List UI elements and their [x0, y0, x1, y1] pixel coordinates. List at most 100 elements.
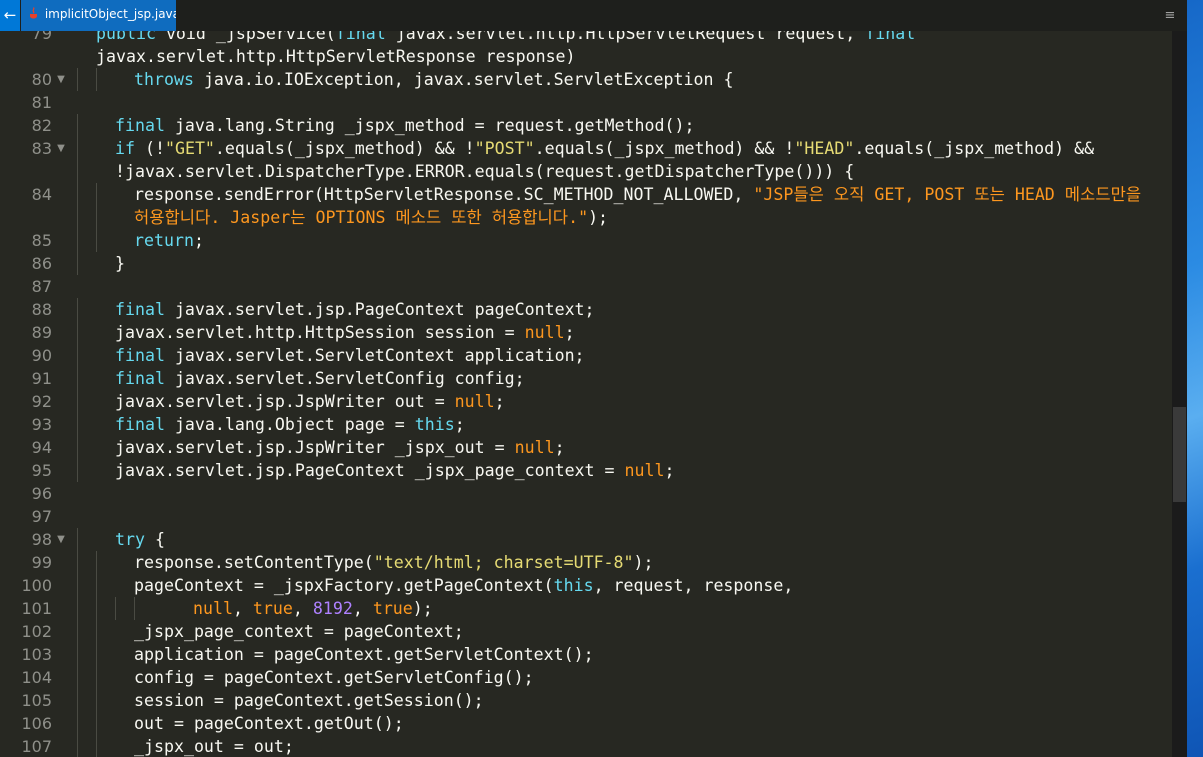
code-token: java.lang.Object page =	[164, 415, 415, 434]
code-token: "GET"	[164, 139, 215, 158]
code-token: final	[865, 31, 916, 43]
code-line[interactable]: 101 null, true, 8192, true);	[0, 597, 1172, 620]
code-line[interactable]: 92 javax.servlet.jsp.JspWriter out = null…	[0, 390, 1172, 413]
code-token: .equals(_jspx_method) && !	[214, 139, 475, 158]
line-number: 96	[31, 484, 52, 503]
code-text[interactable]: javax.servlet.jsp.JspWriter _jspx_out = …	[115, 436, 565, 459]
code-line[interactable]: 87	[0, 275, 1172, 298]
vertical-scrollbar[interactable]	[1172, 31, 1187, 757]
code-text[interactable]: pageContext = _jspxFactory.getPageContex…	[134, 574, 793, 597]
code-text[interactable]: final java.lang.Object page = this;	[115, 413, 465, 436]
code-line[interactable]: 82 final java.lang.String _jspx_method = …	[0, 114, 1172, 137]
code-token: _jspx_out = out;	[134, 737, 294, 756]
code-line[interactable]: 86}	[0, 252, 1172, 275]
code-text[interactable]: javax.servlet.jsp.JspWriter out = null;	[115, 390, 505, 413]
line-number: 106	[21, 714, 52, 733]
code-line[interactable]: 81	[0, 91, 1172, 114]
code-text[interactable]: final java.lang.String _jspx_method = re…	[115, 114, 694, 137]
menu-icon[interactable]: ≡	[1159, 0, 1181, 31]
indent-guide	[134, 597, 135, 620]
code-line[interactable]: 94 javax.servlet.jsp.JspWriter _jspx_out …	[0, 436, 1172, 459]
code-token: 8192	[312, 599, 353, 618]
code-line[interactable]: 84 response.sendError(HttpServletResponse…	[0, 183, 1172, 206]
code-line[interactable]: 80 ▼ throws java.io.IOException, javax.ser…	[0, 68, 1172, 91]
code-text[interactable]: return;	[134, 229, 204, 252]
code-text[interactable]: response.sendError(HttpServletResponse.S…	[134, 183, 1141, 206]
code-line[interactable]: 98 ▼ try {	[0, 528, 1172, 551]
code-token: true	[372, 599, 413, 618]
indent-guide	[115, 597, 116, 620]
code-text[interactable]: out = pageContext.getOut();	[134, 712, 404, 735]
code-text[interactable]: !javax.servlet.DispatcherType.ERROR.equa…	[115, 160, 854, 183]
code-line[interactable]: 96	[0, 482, 1172, 505]
code-line[interactable]: 90 final javax.servlet.ServletContext app…	[0, 344, 1172, 367]
code-line[interactable]: 93 final java.lang.Object page = this;	[0, 413, 1172, 436]
indent-guide	[77, 436, 78, 459]
code-text[interactable]: final javax.servlet.ServletContext appli…	[115, 344, 585, 367]
code-line[interactable]: 102 _jspx_page_context = pageContext;	[0, 620, 1172, 643]
code-text[interactable]: public void _jspService(final javax.serv…	[96, 31, 915, 45]
code-text[interactable]: final javax.servlet.ServletConfig config…	[115, 367, 525, 390]
code-line[interactable]: 91 final javax.servlet.ServletConfig conf…	[0, 367, 1172, 390]
code-text[interactable]: _jspx_page_context = pageContext;	[134, 620, 464, 643]
indent-guide	[77, 689, 78, 712]
scrollbar-thumb[interactable]	[1173, 407, 1186, 502]
tab-implicitobject-jsp-java[interactable]: implicitObject_jsp.java	[21, 0, 176, 31]
code-text[interactable]: javax.servlet.http.HttpSession session =…	[115, 321, 575, 344]
code-text[interactable]: _jspx_out = out;	[134, 735, 294, 757]
code-line[interactable]: 106 out = pageContext.getOut();	[0, 712, 1172, 735]
code-text[interactable]: null, true, 8192, true);	[153, 597, 433, 620]
code-area[interactable]: 79 public void _jspService(final javax.se…	[0, 31, 1172, 757]
code-line[interactable]: 104 config = pageContext.getServletConfig…	[0, 666, 1172, 689]
code-token: );	[412, 599, 433, 618]
code-line[interactable]: 105 session = pageContext.getSession();	[0, 689, 1172, 712]
code-line[interactable]: javax.servlet.http.HttpServletResponse r…	[0, 45, 1172, 68]
code-line[interactable]: 107 _jspx_out = out;	[0, 735, 1172, 757]
indent-guide	[77, 551, 78, 574]
code-line[interactable]: 95 javax.servlet.jsp.PageContext _jspx_pa…	[0, 459, 1172, 482]
code-line[interactable]: 100 pageContext = _jspxFactory.getPageCon…	[0, 574, 1172, 597]
indent-guide	[96, 574, 97, 597]
code-editor[interactable]: 79 public void _jspService(final javax.se…	[0, 31, 1172, 757]
code-token: java.io.IOException, javax.servlet.Servl…	[193, 70, 734, 89]
code-token: final	[115, 346, 165, 365]
code-text[interactable]: config = pageContext.getServletConfig();	[134, 666, 534, 689]
code-text[interactable]: javax.servlet.jsp.PageContext _jspx_page…	[115, 459, 674, 482]
line-number: 101	[21, 599, 52, 618]
code-line[interactable]: 97	[0, 505, 1172, 528]
line-number: 99	[31, 553, 52, 572]
line-number: 93	[31, 415, 52, 434]
code-line[interactable]: 89 javax.servlet.http.HttpSession session…	[0, 321, 1172, 344]
code-line[interactable]: 79 public void _jspService(final javax.se…	[0, 31, 1172, 45]
code-line[interactable]: 85 return;	[0, 229, 1172, 252]
indent-guide	[77, 528, 78, 551]
indent-guide	[96, 735, 97, 757]
code-token: ;	[454, 415, 465, 434]
code-line[interactable]: !javax.servlet.DispatcherType.ERROR.equa…	[0, 160, 1172, 183]
indent-guide	[77, 114, 78, 137]
fold-arrow-icon[interactable]: ▼	[54, 68, 68, 91]
code-text[interactable]: session = pageContext.getSession();	[134, 689, 484, 712]
indent-guide	[77, 390, 78, 413]
code-token: .equals(_jspx_method) &&	[854, 139, 1095, 158]
code-line[interactable]: 허용합니다. Jasper는 OPTIONS 메소드 또한 허용합니다.");	[0, 206, 1172, 229]
code-text[interactable]: javax.servlet.http.HttpServletResponse r…	[96, 45, 576, 68]
code-text[interactable]: if (!"GET".equals(_jspx_method) && !"POS…	[115, 137, 1094, 160]
code-text[interactable]: throws java.io.IOException, javax.servle…	[134, 68, 733, 91]
code-text[interactable]: try {	[115, 528, 165, 551]
code-text[interactable]: response.setContentType("text/html; char…	[134, 551, 654, 574]
code-line[interactable]: 83 ▼ if (!"GET".equals(_jspx_method) && !"…	[0, 137, 1172, 160]
code-text[interactable]: 허용합니다. Jasper는 OPTIONS 메소드 또한 허용합니다.");	[134, 206, 608, 229]
code-token: "text/html; charset=UTF-8"	[373, 553, 634, 572]
java-file-icon	[30, 7, 37, 19]
code-text[interactable]: }	[115, 252, 125, 275]
code-text[interactable]: application = pageContext.getServletCont…	[134, 643, 594, 666]
fold-arrow-icon[interactable]: ▼	[54, 137, 68, 160]
code-token: final	[115, 116, 165, 135]
code-text[interactable]: final javax.servlet.jsp.PageContext page…	[115, 298, 595, 321]
code-line[interactable]: 103 application = pageContext.getServletC…	[0, 643, 1172, 666]
code-line[interactable]: 99 response.setContentType("text/html; ch…	[0, 551, 1172, 574]
fold-arrow-icon[interactable]: ▼	[54, 528, 68, 551]
back-arrow-button[interactable]: ←	[0, 0, 20, 31]
code-line[interactable]: 88 final javax.servlet.jsp.PageContext pa…	[0, 298, 1172, 321]
